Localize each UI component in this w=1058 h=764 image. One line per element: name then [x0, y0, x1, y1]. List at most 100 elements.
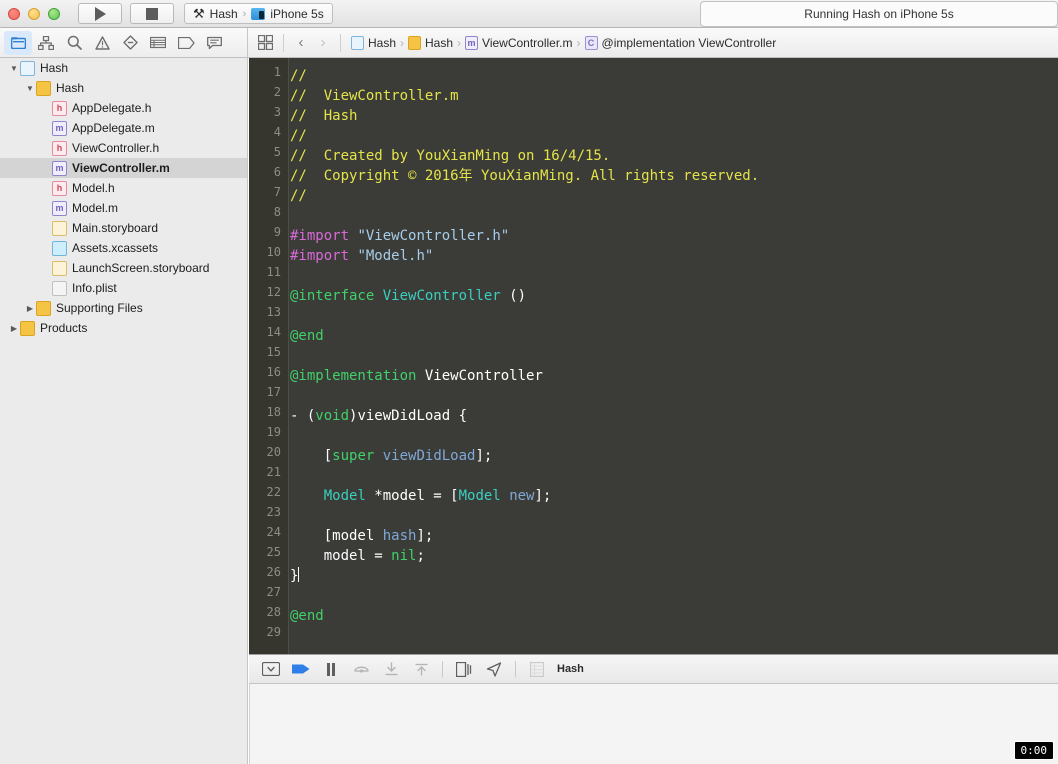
- project-navigator[interactable]: ▼ Hash ▼ Hash ▶ h AppDelegate.h ▶ m AppDelegate.m…: [0, 58, 248, 764]
- list-item[interactable]: ▶Assets.xcassets: [0, 238, 247, 258]
- code-line[interactable]: [290, 466, 1058, 486]
- step-out-button[interactable]: [407, 658, 435, 680]
- code-line[interactable]: [290, 346, 1058, 366]
- stack-frame-button[interactable]: [523, 658, 551, 680]
- debug-navigator-icon[interactable]: [144, 31, 172, 55]
- list-item[interactable]: ▶ Products: [0, 318, 247, 338]
- disclosure-triangle-icon[interactable]: ▶: [24, 304, 36, 313]
- test-navigator-icon[interactable]: [116, 31, 144, 55]
- list-item[interactable]: ▼ Hash: [0, 78, 247, 98]
- related-items-icon[interactable]: [254, 32, 276, 54]
- line-number[interactable]: 22: [249, 482, 288, 502]
- code-line[interactable]: [290, 426, 1058, 446]
- list-item[interactable]: ▶Info.plist: [0, 278, 247, 298]
- find-navigator-icon[interactable]: [60, 31, 88, 55]
- line-number[interactable]: 26: [249, 562, 288, 582]
- code-line[interactable]: // Hash: [290, 106, 1058, 126]
- list-item[interactable]: ▼ Hash: [0, 58, 247, 78]
- pause-button[interactable]: [317, 658, 345, 680]
- line-number[interactable]: 1: [249, 62, 288, 82]
- report-navigator-icon[interactable]: [200, 31, 228, 55]
- line-number[interactable]: 15: [249, 342, 288, 362]
- hide-debug-area-button[interactable]: [257, 658, 285, 680]
- step-over-button[interactable]: [347, 658, 375, 680]
- list-item[interactable]: ▶ Supporting Files: [0, 298, 247, 318]
- line-number[interactable]: 21: [249, 462, 288, 482]
- line-number[interactable]: 4: [249, 122, 288, 142]
- line-number[interactable]: 16: [249, 362, 288, 382]
- line-number[interactable]: 10: [249, 242, 288, 262]
- project-navigator-icon[interactable]: [4, 30, 32, 55]
- code-line[interactable]: [model hash];: [290, 526, 1058, 546]
- line-number[interactable]: 7: [249, 182, 288, 202]
- code-line[interactable]: //: [290, 126, 1058, 146]
- code-line[interactable]: // ViewController.m: [290, 86, 1058, 106]
- list-item[interactable]: ▶mModel.m: [0, 198, 247, 218]
- line-number[interactable]: 24: [249, 522, 288, 542]
- disclosure-triangle-icon[interactable]: ▼: [24, 84, 36, 93]
- stop-button[interactable]: [130, 3, 174, 24]
- line-number[interactable]: 19: [249, 422, 288, 442]
- issue-navigator-icon[interactable]: [88, 31, 116, 55]
- list-item[interactable]: ▶hModel.h: [0, 178, 247, 198]
- code-area[interactable]: // // ViewController.m // Hash // // Created…: [290, 58, 1058, 654]
- code-line[interactable]: [290, 626, 1058, 646]
- line-number[interactable]: 29: [249, 622, 288, 642]
- continue-button[interactable]: [287, 658, 315, 680]
- code-line[interactable]: Model *model = [Model new];: [290, 486, 1058, 506]
- list-item[interactable]: ▶mAppDelegate.m: [0, 118, 247, 138]
- code-line[interactable]: @end: [290, 326, 1058, 346]
- line-number[interactable]: 28: [249, 602, 288, 622]
- console-area[interactable]: 0:00: [249, 684, 1058, 764]
- code-line[interactable]: //: [290, 186, 1058, 206]
- disclosure-triangle-icon[interactable]: ▶: [8, 324, 20, 333]
- code-line[interactable]: // Created by YouXianMing on 16/4/15.: [290, 146, 1058, 166]
- scheme-selector[interactable]: ⚒ Hash › iPhone 5s: [184, 3, 333, 24]
- code-line[interactable]: //: [290, 66, 1058, 86]
- list-item[interactable]: ▶LaunchScreen.storyboard: [0, 258, 247, 278]
- code-line[interactable]: }: [290, 566, 1058, 586]
- code-line[interactable]: #import "Model.h": [290, 246, 1058, 266]
- line-number[interactable]: 8: [249, 202, 288, 222]
- code-line[interactable]: [290, 386, 1058, 406]
- line-number[interactable]: 5: [249, 142, 288, 162]
- line-number[interactable]: 17: [249, 382, 288, 402]
- code-line[interactable]: // Copyright © 2016年 YouXianMing. All ri…: [290, 166, 1058, 186]
- list-item[interactable]: ▶hAppDelegate.h: [0, 98, 247, 118]
- line-number[interactable]: 14: [249, 322, 288, 342]
- code-line[interactable]: @implementation ViewController: [290, 366, 1058, 386]
- run-button[interactable]: [78, 3, 122, 24]
- line-number[interactable]: 3: [249, 102, 288, 122]
- navigate-forward-button[interactable]: ›: [313, 34, 333, 51]
- code-line[interactable]: @end: [290, 606, 1058, 626]
- list-item[interactable]: ▶Main.storyboard: [0, 218, 247, 238]
- step-into-button[interactable]: [377, 658, 405, 680]
- line-number[interactable]: 11: [249, 262, 288, 282]
- line-number[interactable]: 2: [249, 82, 288, 102]
- code-line[interactable]: [290, 586, 1058, 606]
- line-number[interactable]: 20: [249, 442, 288, 462]
- list-item[interactable]: ▶hViewController.h: [0, 138, 247, 158]
- breadcrumb-item-2[interactable]: m ViewController.m: [462, 35, 575, 50]
- list-item[interactable]: ▶mViewController.m: [0, 158, 247, 178]
- code-line[interactable]: [290, 306, 1058, 326]
- code-line[interactable]: [290, 266, 1058, 286]
- simulate-location-button[interactable]: [480, 658, 508, 680]
- source-editor[interactable]: 1 2 3 4 5 6 7 8 9 10 11 12 13 14 15 16 17 18 19 20 21 22 23 24 2…: [249, 58, 1058, 654]
- line-number[interactable]: 9: [249, 222, 288, 242]
- zoom-button[interactable]: [48, 7, 60, 20]
- code-line[interactable]: #import "ViewController.h": [290, 226, 1058, 246]
- code-line[interactable]: @interface ViewController (): [290, 286, 1058, 306]
- disclosure-triangle-icon[interactable]: ▼: [8, 64, 20, 73]
- line-number[interactable]: 25: [249, 542, 288, 562]
- line-number[interactable]: 18: [249, 402, 288, 422]
- code-line[interactable]: - (void)viewDidLoad {: [290, 406, 1058, 426]
- source-control-navigator-icon[interactable]: [32, 31, 60, 55]
- breadcrumb-item-3[interactable]: C @implementation ViewController: [582, 35, 780, 50]
- line-number[interactable]: 6: [249, 162, 288, 182]
- line-number[interactable]: 27: [249, 582, 288, 602]
- code-line[interactable]: model = nil;: [290, 546, 1058, 566]
- code-line[interactable]: [super viewDidLoad];: [290, 446, 1058, 466]
- code-line[interactable]: [290, 506, 1058, 526]
- breadcrumb-item-1[interactable]: Hash: [405, 35, 456, 50]
